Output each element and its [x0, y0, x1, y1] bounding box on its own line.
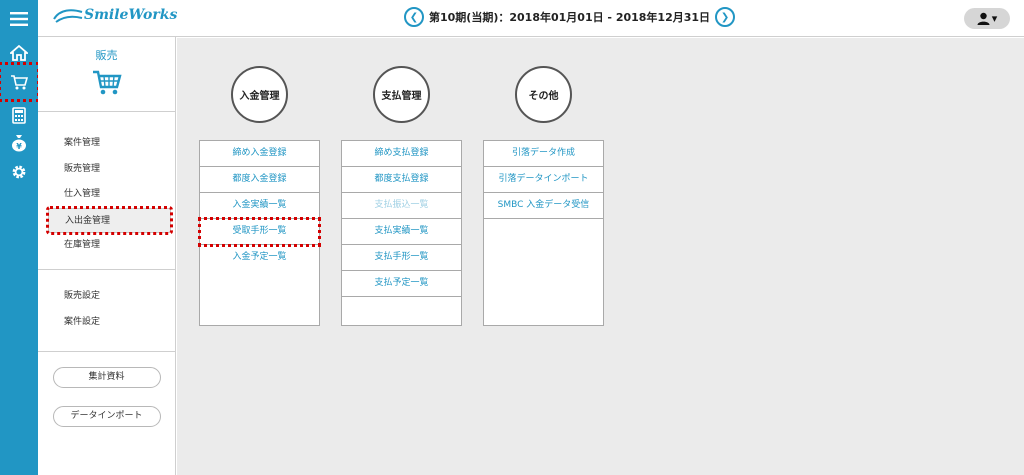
icon-rail: ¥: [0, 0, 40, 475]
user-menu-button[interactable]: ▾: [964, 8, 1010, 29]
menu-icon[interactable]: [0, 6, 38, 32]
menu-item[interactable]: 支払手形一覧: [342, 245, 461, 271]
menu-box: 締め支払登録 都度支払登録 支払振込一覧 支払実績一覧 支払手形一覧 支払予定一…: [341, 140, 462, 326]
money-bag-icon[interactable]: ¥: [0, 132, 38, 154]
menu-box: 締め入金登録 都度入金登録 入金実績一覧 受取手形一覧 入金予定一覧: [198, 140, 321, 326]
logo[interactable]: SmileWorks: [52, 7, 177, 23]
main-content: 入金管理 締め入金登録 都度入金登録 入金実績一覧 受取手形一覧 入金予定一覧 …: [177, 38, 1024, 475]
summary-report-button[interactable]: 集計資料: [52, 367, 161, 388]
cart-icon: [92, 69, 122, 99]
chevron-right-icon: ❯: [720, 11, 730, 23]
menu-item[interactable]: 都度入金登録: [200, 167, 319, 193]
period-label: 第10期(当期)：2018年01月01日 - 2018年12月31日: [429, 11, 711, 24]
gear-icon[interactable]: [0, 161, 38, 183]
menu-item[interactable]: 入金実績一覧: [200, 193, 319, 219]
next-period-button[interactable]: ❯: [715, 7, 736, 27]
home-icon[interactable]: [0, 42, 38, 64]
subnav-item-projects[interactable]: 案件管理: [38, 131, 175, 157]
menu-item[interactable]: 支払実績一覧: [342, 219, 461, 245]
menu-item[interactable]: 締め支払登録: [342, 141, 461, 167]
menu-item[interactable]: 都度支払登録: [342, 167, 461, 193]
menu-item[interactable]: 引落データインポート: [484, 167, 603, 193]
menu-box: 引落データ作成 引落データインポート SMBC 入金データ受信: [483, 140, 604, 326]
menu-item-disabled: 支払振込一覧: [342, 193, 461, 219]
subnav-header: 販売: [38, 37, 175, 112]
subnav-item-sales[interactable]: 販売管理: [38, 157, 175, 183]
subnav-item-project-settings[interactable]: 案件設定: [38, 310, 175, 336]
menu-item[interactable]: 支払予定一覧: [342, 271, 461, 297]
menu-item[interactable]: 入金予定一覧: [200, 245, 319, 271]
top-bar: SmileWorks ❮ 第10期(当期)：2018年01月01日 - 2018…: [38, 0, 1024, 37]
subnav-item-purchasing[interactable]: 仕入管理: [38, 182, 175, 208]
svg-text:¥: ¥: [16, 142, 22, 151]
chevron-left-icon: ❮: [409, 11, 419, 23]
menu-item[interactable]: 引落データ作成: [484, 141, 603, 167]
caret-down-icon: ▾: [991, 12, 998, 25]
subnav-item-sales-settings[interactable]: 販売設定: [38, 284, 175, 310]
sales-subnav: 販売 案件管理 販売管理 仕入管理 入出金管理 在庫管理 販売設定 案件設定 集…: [38, 37, 176, 475]
menu-item[interactable]: SMBC 入金データ受信: [484, 193, 603, 219]
subnav-item-payments[interactable]: 入出金管理: [46, 205, 173, 235]
column-heading: 支払管理: [373, 66, 430, 123]
column-heading: 入金管理: [231, 66, 288, 123]
subnav-settings-list: 販売設定 案件設定: [38, 270, 175, 352]
subnav-list: 案件管理 販売管理 仕入管理 入出金管理 在庫管理: [38, 112, 175, 270]
data-import-button[interactable]: データインポート: [52, 406, 161, 427]
cart-icon[interactable]: [0, 62, 40, 102]
subnav-buttons: 集計資料 データインポート: [38, 352, 175, 427]
payments-column: 支払管理 締め支払登録 都度支払登録 支払振込一覧 支払実績一覧 支払手形一覧 …: [341, 66, 462, 326]
prev-period-button[interactable]: ❮: [404, 7, 424, 27]
menu-item-highlighted[interactable]: 受取手形一覧: [198, 217, 321, 247]
brand-name: SmileWorks: [84, 7, 178, 23]
column-heading: その他: [515, 66, 572, 123]
user-icon: [977, 12, 990, 25]
other-column: その他 引落データ作成 引落データインポート SMBC 入金データ受信: [483, 66, 604, 326]
calculator-icon[interactable]: [0, 104, 38, 126]
subnav-title: 販売: [95, 49, 118, 62]
subnav-item-inventory[interactable]: 在庫管理: [38, 233, 175, 259]
period-selector: ❮ 第10期(当期)：2018年01月01日 - 2018年12月31日 ❯: [404, 7, 736, 27]
logo-mark-icon: [53, 9, 83, 23]
receipts-column: 入金管理 締め入金登録 都度入金登録 入金実績一覧 受取手形一覧 入金予定一覧: [198, 66, 321, 326]
menu-item[interactable]: 締め入金登録: [200, 141, 319, 167]
